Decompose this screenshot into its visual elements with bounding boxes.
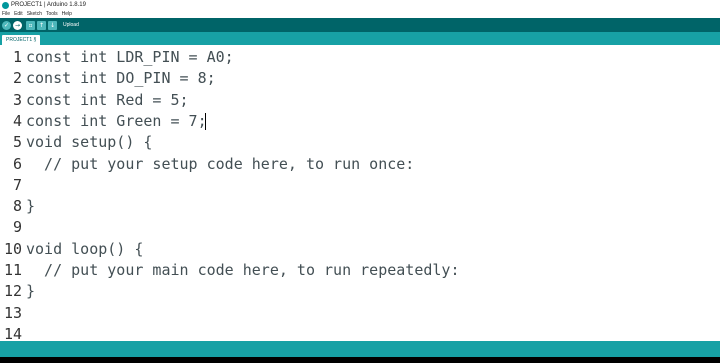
line-number: 3 (12, 90, 22, 109)
code-line: 9 (0, 217, 720, 238)
tab-project1[interactable]: PROJECT1 § (2, 35, 41, 45)
code-text: } (26, 197, 36, 216)
text-cursor (205, 113, 206, 130)
code-text: const int LDR_PIN = A0; (26, 48, 234, 66)
line-number: 14 (3, 324, 22, 341)
code-line: 13 (0, 303, 720, 324)
code-line: 8} (0, 196, 720, 217)
code-line: 10 void loop() { (0, 239, 720, 260)
save-sketch-button[interactable]: ↓ (48, 20, 57, 30)
code-text: // put your main code here, to run repea… (26, 261, 460, 279)
code-line: 5 void setup() { (0, 132, 720, 153)
code-text: } (26, 282, 36, 301)
code-line: 4 const int Green = 7; (0, 111, 720, 132)
line-number: 4 (12, 111, 22, 130)
menu-bar: File Edit Sketch Tools Help (0, 10, 720, 18)
code-line: 1 const int LDR_PIN = A0; (0, 47, 720, 68)
code-text: const int Red = 5; (26, 90, 189, 109)
status-bar (0, 341, 720, 357)
code-text: // put your setup code here, to run once… (26, 154, 415, 173)
line-number: 9 (12, 218, 22, 237)
toolbar-hover-label: Upload (63, 22, 79, 28)
menu-help[interactable]: Help (62, 10, 72, 18)
console-area (0, 357, 720, 363)
line-number: 2 (12, 69, 22, 88)
menu-sketch[interactable]: Sketch (27, 10, 42, 18)
code-text: void loop() { (26, 239, 144, 258)
menu-tools[interactable]: Tools (46, 10, 58, 18)
arduino-logo-icon (2, 1, 9, 9)
code-line: 3 const int Red = 5; (0, 90, 720, 111)
upload-button[interactable]: → (13, 20, 22, 30)
code-line: 2 const int DO_PIN = 8; (0, 68, 720, 89)
code-text: const int DO_PIN = 8; (26, 69, 216, 88)
line-number: 13 (3, 303, 22, 322)
line-number: 8 (12, 197, 22, 216)
line-number: 5 (12, 133, 22, 152)
line-number: 12 (3, 282, 22, 301)
tab-strip: PROJECT1 § (0, 32, 720, 45)
code-line: 7 (0, 175, 720, 196)
code-editor[interactable]: 1 const int LDR_PIN = A0; 2 const int DO_P… (0, 45, 720, 341)
line-number: 10 (3, 239, 22, 258)
line-number: 7 (12, 175, 22, 194)
code-text: const int Green = 7; (26, 111, 207, 130)
line-number: 6 (12, 154, 22, 173)
code-line: 6 // put your setup code here, to run on… (0, 154, 720, 175)
verify-button[interactable]: ✓ (2, 20, 11, 30)
menu-file[interactable]: File (2, 10, 10, 18)
code-text: void setup() { (26, 133, 153, 152)
menu-edit[interactable]: Edit (14, 10, 23, 18)
title-bar: PROJECT1 | Arduino 1.8.19 (0, 0, 720, 10)
line-number: 1 (12, 48, 22, 66)
window-title: PROJECT1 | Arduino 1.8.19 (11, 2, 86, 8)
toolbar: ✓ → ▫ ↑ ↓ Upload (0, 18, 720, 32)
code-line: 12} (0, 281, 720, 302)
code-line: 14 (0, 324, 720, 341)
line-number: 11 (3, 261, 22, 279)
open-sketch-button[interactable]: ↑ (37, 20, 46, 30)
new-sketch-button[interactable]: ▫ (26, 20, 35, 30)
code-line: 11 // put your main code here, to run re… (0, 260, 720, 281)
